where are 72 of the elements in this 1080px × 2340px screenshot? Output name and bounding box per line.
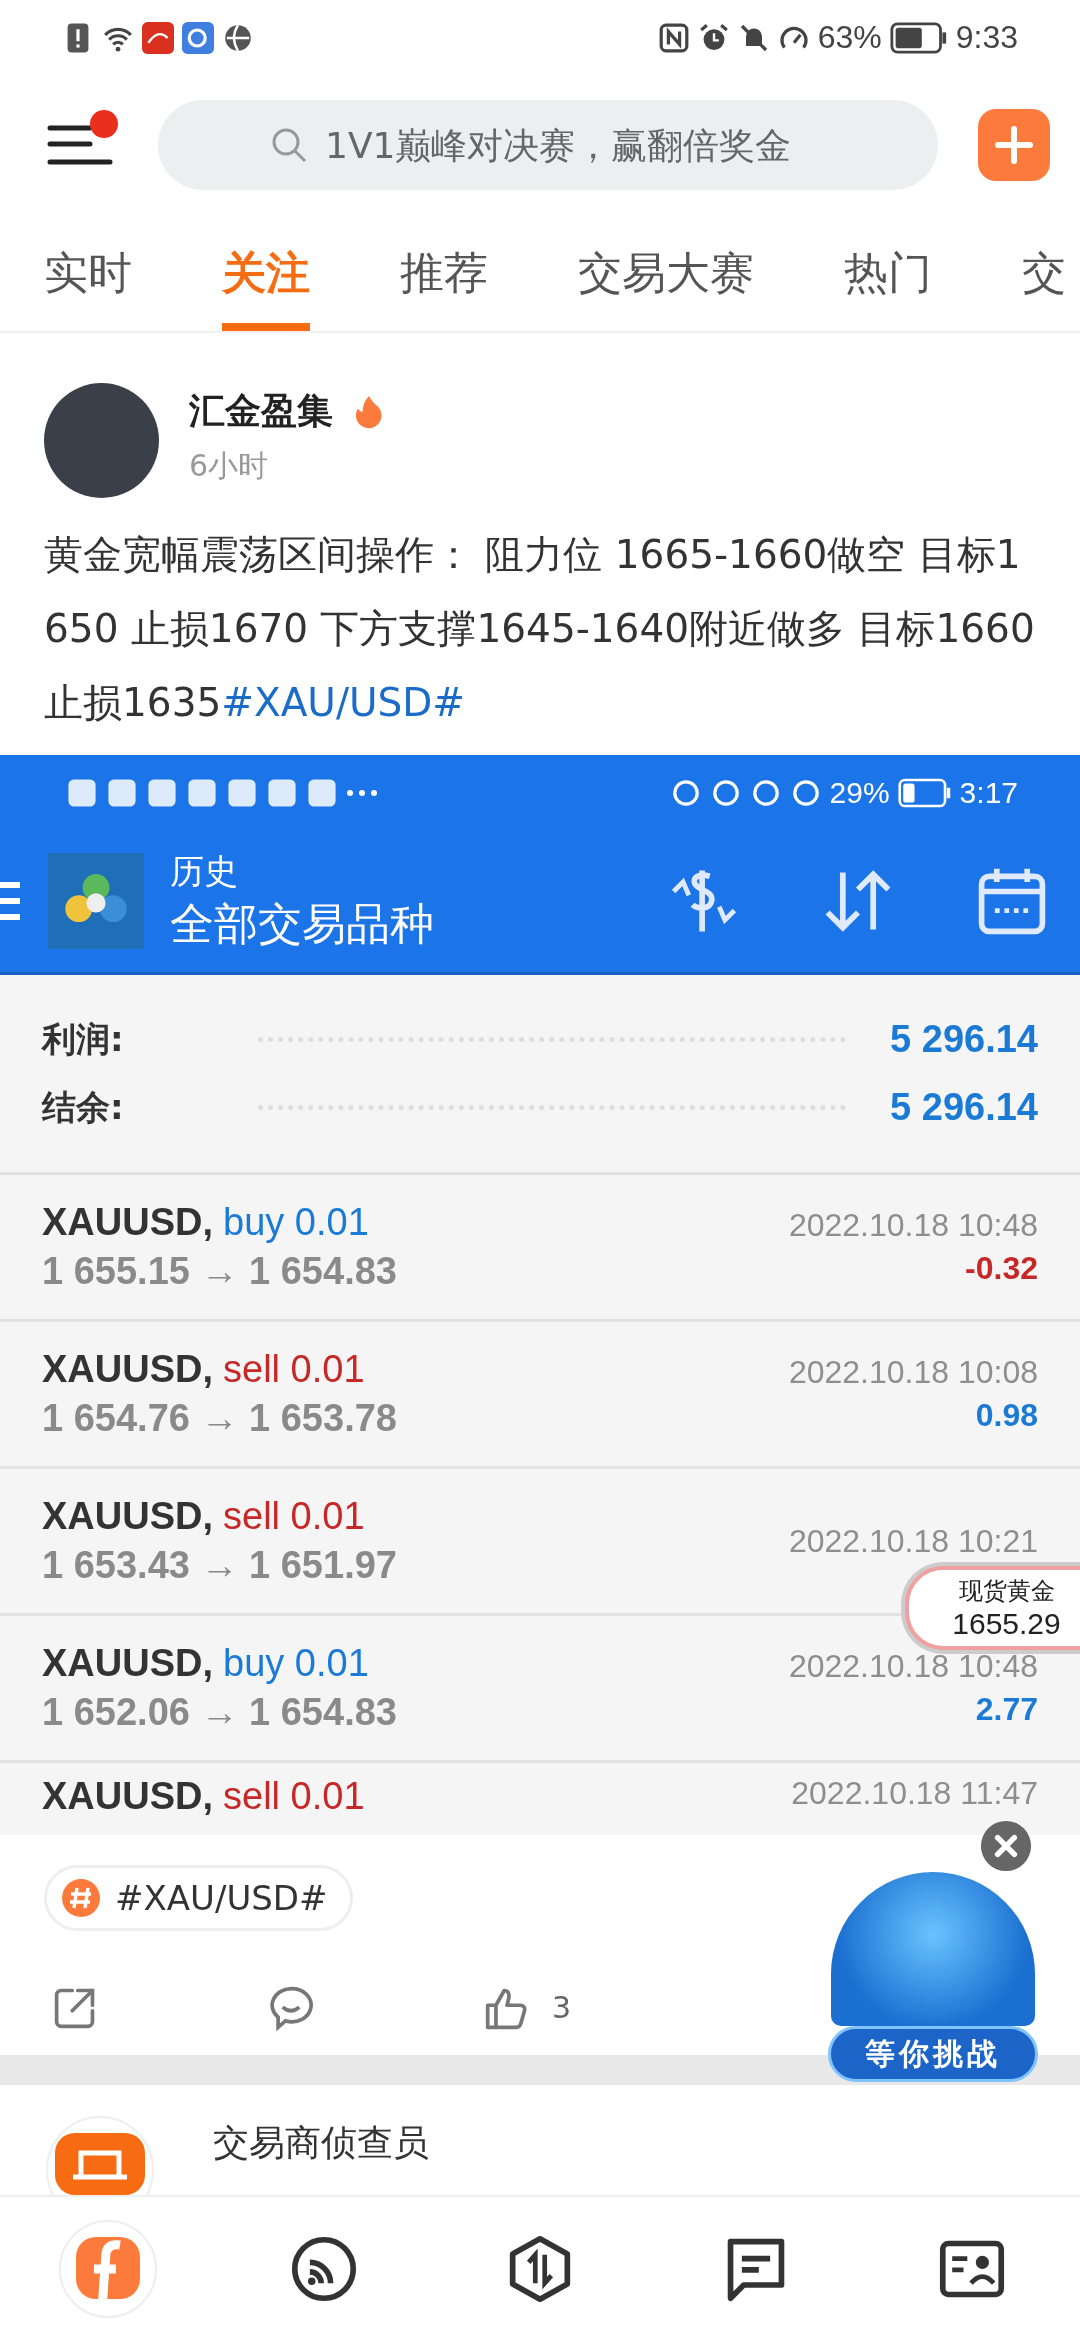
hash-icon xyxy=(61,1877,101,1918)
search-bar[interactable]: 1V1巅峰对决赛，赢翻倍奖金 xyxy=(158,100,938,190)
hashtag-link[interactable]: #XAU/USD# xyxy=(221,680,466,725)
topic-tag[interactable]: #XAU/USD# xyxy=(44,1864,353,1931)
summary-value: 5 296.14 xyxy=(890,1018,1038,1061)
bubble-label: 现货黄金 xyxy=(958,1576,1055,1607)
notification-icon xyxy=(186,776,218,809)
price-range: 1 654.76 → 1 653.78 xyxy=(42,1397,397,1440)
price-range: 1 652.06 → 1 654.83 xyxy=(42,1691,397,1734)
search-field[interactable]: 1V1巅峰对决赛，赢翻倍奖金 xyxy=(323,123,827,167)
profit: -0.32 xyxy=(965,1250,1038,1287)
trade-time: 2022.10.18 10:21 xyxy=(788,1522,1038,1560)
tag-text: #XAU/USD# xyxy=(115,1877,328,1918)
symbol: XAUUSD, xyxy=(42,1495,214,1537)
post-time: 6小时 xyxy=(189,447,270,485)
battery-percent: 29% xyxy=(829,775,890,810)
symbol: XAUUSD, xyxy=(42,1642,214,1684)
clock: 9:33 xyxy=(955,19,1018,56)
battery-percent: 63% xyxy=(817,19,882,56)
symbol: XAUUSD, xyxy=(42,1348,214,1390)
toolbar-subtitle: 全部交易品种 xyxy=(170,896,435,951)
symbol: XAUUSD, xyxy=(42,1201,214,1243)
battery-icon xyxy=(897,777,952,808)
trade-time: 2022.10.18 10:48 xyxy=(788,1207,1038,1244)
price-range: 1 655.15 → 1 654.83 xyxy=(42,1250,397,1293)
summary-label: 结余: xyxy=(42,1085,124,1129)
post-text: 黄金宽幅震荡区间操作： 阻力位 1665-1660做空 目标1650 止损1670 下方支撑1645-1640附近做多 目标1660 止损1635#XAU/USD# xyxy=(43,531,1036,727)
order-type: sell 0.01 xyxy=(223,1348,365,1390)
notification-icon xyxy=(106,776,138,809)
order-type: buy 0.01 xyxy=(223,1642,369,1684)
notification-icon xyxy=(266,776,298,809)
promo-picture[interactable] xyxy=(831,1872,1035,2026)
price-range: 1 653.43 → 1 651.97 xyxy=(42,1544,397,1587)
toolbar-title: 历史 xyxy=(170,849,239,893)
tab[interactable]: 交易大赛 xyxy=(578,215,754,331)
add-icon[interactable] xyxy=(978,109,1050,181)
more-icon xyxy=(346,788,378,797)
battery-icon xyxy=(889,21,948,54)
feed-icon[interactable] xyxy=(291,2235,357,2302)
trade-time: 2022.10.18 10:48 xyxy=(788,1648,1038,1685)
like-count: 3 xyxy=(552,1990,572,2025)
author-name[interactable]: 交易商侦查员 xyxy=(213,2115,429,2168)
symbol: XAUUSD, xyxy=(42,1775,214,1817)
comment-icon[interactable] xyxy=(268,1984,314,2031)
author-name[interactable]: 汇金盈集 xyxy=(189,387,333,436)
trade-time: 2022.10.18 10:08 xyxy=(788,1354,1038,1391)
app-icon xyxy=(182,21,214,54)
tab[interactable]: 推荐 xyxy=(400,215,488,331)
notification-icon xyxy=(146,776,178,809)
tab[interactable]: 实时 xyxy=(44,215,132,331)
order-type: sell 0.01 xyxy=(223,1495,365,1537)
app-icon xyxy=(142,21,174,54)
notification-icon xyxy=(226,776,258,809)
bubble-price: 1655.29 xyxy=(952,1607,1061,1641)
app-logo-icon xyxy=(48,853,144,949)
order-type: buy 0.01 xyxy=(223,1201,369,1243)
summary-value: 5 296.14 xyxy=(890,1086,1038,1129)
tab[interactable]: 热门 xyxy=(844,215,932,331)
summary-label: 利润: xyxy=(42,1017,124,1061)
order-type: sell 0.01 xyxy=(223,1775,365,1817)
nfc-icon xyxy=(657,21,690,54)
notification-icon xyxy=(306,776,338,809)
clock: 3:17 xyxy=(959,775,1018,810)
profit: 2.77 xyxy=(975,1691,1038,1728)
tab[interactable]: 交 xyxy=(1022,215,1066,331)
profit: 0.98 xyxy=(975,1397,1038,1434)
close-icon[interactable] xyxy=(980,1820,1032,1872)
home-logo-icon[interactable] xyxy=(58,2218,158,2319)
notification-icon xyxy=(66,776,98,809)
trade-icon[interactable] xyxy=(507,2235,573,2302)
challenge-button[interactable]: 等你挑战 xyxy=(828,2026,1038,2082)
trade-time: 2022.10.18 11:47 xyxy=(791,1775,1038,1812)
